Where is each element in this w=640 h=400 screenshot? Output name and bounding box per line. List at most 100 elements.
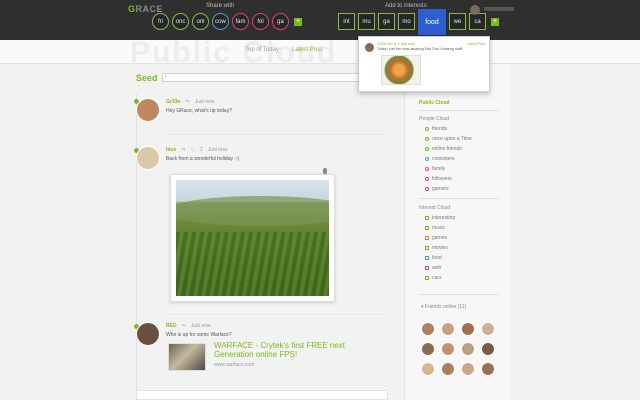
interest-food-button[interactable]: food [418,9,446,35]
interest-mo-button[interactable]: mo [398,13,415,30]
interest-ca-button[interactable]: ca [469,13,486,30]
friend-avatar[interactable] [421,362,435,376]
top-bar: GRACE Share with Add to interests fri on… [0,0,640,40]
people-circle-label: gamers [432,186,449,192]
interest-item[interactable]: cars [425,275,441,281]
people-circle-item[interactable]: followers [425,176,452,182]
people-cloud-heading: People Cloud [419,116,450,122]
share-icon[interactable]: ⇆ [181,147,185,153]
friend-avatar[interactable] [481,362,495,376]
avatar[interactable] [136,98,160,122]
tab-latest-post[interactable]: Latest Post [292,47,322,53]
people-circle-item[interactable]: gamers [425,186,449,192]
circle-friends-button[interactable]: fri [152,13,169,30]
divider [419,110,499,111]
interest-item[interactable]: movies [425,245,448,251]
avatar[interactable] [136,322,160,346]
link-thumbnail[interactable] [168,343,206,371]
fav-count: 2 [199,147,203,153]
people-circle-item[interactable]: online friends [425,146,462,152]
post-divider [166,314,386,315]
feed: Seed I Gr33n ⇆ Just now Hey GRace, what'… [130,64,400,400]
circle-followers-button[interactable]: fol [252,13,269,30]
post-time: Just now [190,323,211,329]
circle-gamers-button[interactable]: ga [272,13,289,30]
share-with-label: Share with [206,3,235,9]
user-menu[interactable] [484,7,514,11]
header: Public Cloud Top of Today Latest Post [0,40,640,64]
interest-label: movies [432,245,448,251]
interest-label: games [432,235,448,241]
people-circle-item[interactable]: family [425,166,445,172]
avatar[interactable] [136,146,160,170]
friend-avatar[interactable] [461,342,475,356]
interest-item[interactable]: food [425,255,442,261]
public-cloud-link[interactable]: Public Cloud [419,100,450,106]
square-icon [425,246,429,250]
divider [419,198,499,199]
square-icon [425,276,429,280]
post-text: Back from a wonderful holiday :-) [166,156,240,162]
avatar[interactable] [365,43,374,52]
friend-avatar[interactable] [441,322,455,336]
food-photo[interactable] [381,55,421,85]
friend-avatar[interactable] [421,342,435,356]
friend-avatar[interactable] [481,322,495,336]
sidebar: Public Cloud People Cloud friends once up… [404,64,510,400]
post-meta: RED ⇆ Just now [166,323,211,329]
people-circle-item[interactable]: once upon a Time [425,136,472,142]
link-preview[interactable]: WARFACE - Crytek's first FREE next Gener… [166,341,376,377]
people-circle-label: followers [432,176,452,182]
interest-item[interactable]: interesting [425,215,455,221]
friends-online-heading[interactable]: ▾ Friends online (11) [421,304,466,310]
circle-coworkers-button[interactable]: cow [212,13,229,30]
tab-top-of-today[interactable]: Top of Today [245,47,279,53]
friend-avatar[interactable] [441,342,455,356]
interest-item[interactable]: music [425,225,445,231]
friend-avatar[interactable] [481,342,495,356]
link-url[interactable]: www.warface.com [214,362,254,368]
interest-cloud-heading: Interest Cloud [419,205,451,211]
square-icon [425,216,429,220]
add-circle-button[interactable]: + [294,18,302,26]
post-preview-popup[interactable]: Gr33n 3m ★ 3 Just now Latest Post Today … [358,36,490,92]
popup-link[interactable]: Latest Post [467,42,485,46]
interest-item[interactable]: games [425,235,447,241]
share-icon[interactable]: ⇆ [182,323,186,329]
friend-avatar[interactable] [421,322,435,336]
post-author[interactable]: RED [166,323,177,329]
post-meta: Gr33n ⇆ Just now [166,99,214,105]
interest-int-button[interactable]: int [338,13,355,30]
avatar[interactable] [470,5,480,15]
post-photo[interactable] [170,174,335,302]
add-interest-button[interactable]: + [491,18,499,26]
share-icon[interactable]: ⇆ [185,99,189,105]
post-meta: blue ⇆ ☆ 2 Just now [166,147,227,153]
seed-input[interactable]: I [162,73,362,82]
interest-label: interesting [432,215,456,221]
star-icon[interactable]: ☆ [190,147,194,153]
friend-avatar[interactable] [461,362,475,376]
post-author[interactable]: blue [166,147,176,153]
post-divider [166,134,386,135]
interest-ga-button[interactable]: ga [378,13,395,30]
seed-title: Seed [136,73,158,83]
post-author[interactable]: Gr33n [166,99,180,105]
people-circle-item[interactable]: coworkers [425,156,455,162]
friend-avatar[interactable] [461,322,475,336]
interest-label: food [432,255,442,261]
friend-avatar[interactable] [441,362,455,376]
interest-label: web [432,265,442,271]
link-title[interactable]: WARFACE - Crytek's first FREE next Gener… [214,341,372,359]
square-icon [425,236,429,240]
circle-online-button[interactable]: onl [192,13,209,30]
people-circle-item[interactable]: friends [425,126,447,132]
interest-mu-button[interactable]: mu [358,13,375,30]
interest-item[interactable]: web [425,265,441,271]
interest-we-button[interactable]: we [449,13,466,30]
square-icon [425,266,429,270]
popup-text: Today I had the most amazing Pad Thai. A… [377,47,463,51]
circle-family-button[interactable]: fam [232,13,249,30]
people-circle-label: online friends [432,146,462,152]
circle-once-button[interactable]: onc [172,13,189,30]
